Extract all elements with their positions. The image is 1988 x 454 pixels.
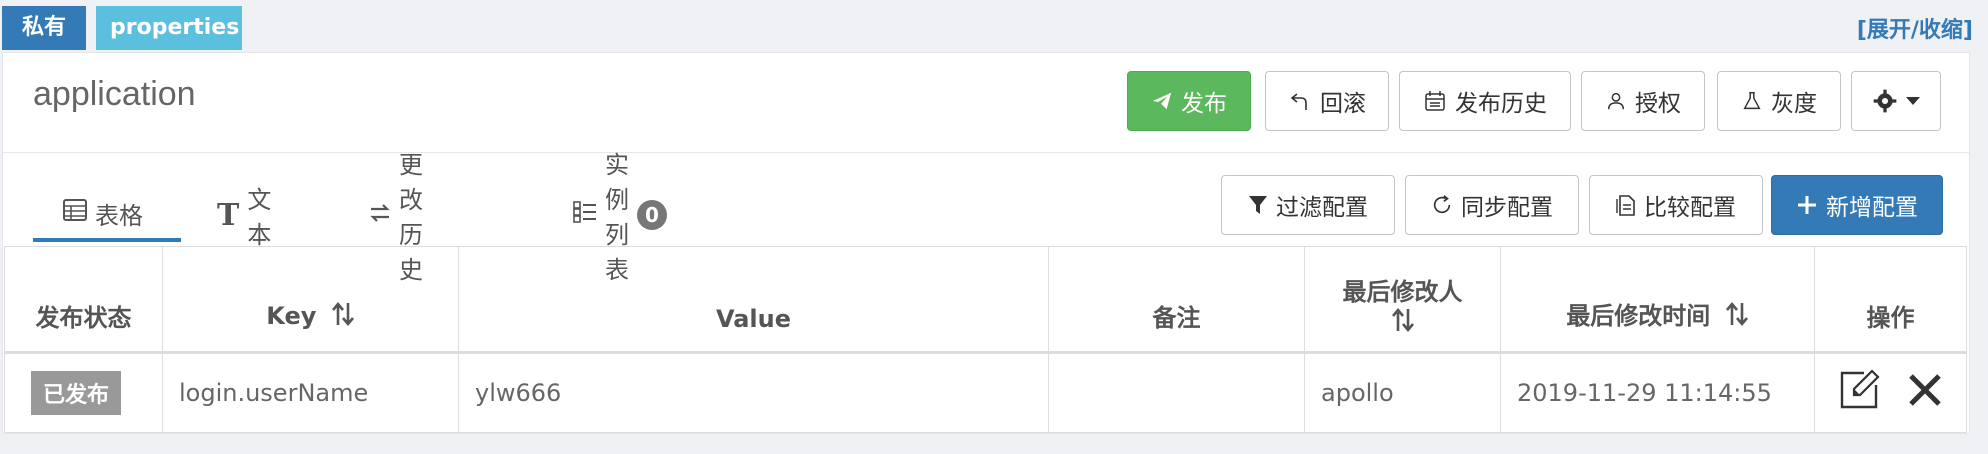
caret-down-icon (1906, 96, 1920, 106)
key-cell: login.userName (162, 352, 459, 433)
header-modified-time[interactable]: 最后修改时间 (1500, 246, 1815, 353)
publish-history-label: 发布历史 (1455, 91, 1547, 117)
publish-label: 发布 (1181, 91, 1227, 117)
sync-config-button[interactable]: 同步配置 (1405, 175, 1579, 235)
calendar-icon (1423, 89, 1447, 113)
sync-config-label: 同步配置 (1461, 195, 1553, 221)
filter-icon (1248, 194, 1268, 216)
format-tag: properties (96, 6, 242, 50)
filter-config-button[interactable]: 过滤配置 (1221, 175, 1395, 235)
status-badge: 已发布 (31, 371, 122, 415)
tab-change-history[interactable]: 更改历史 (369, 151, 423, 284)
instances-count-badge: 0 (637, 200, 667, 230)
publish-button[interactable]: 发布 (1127, 71, 1251, 131)
header-modified-time-label: 最后修改时间 (1566, 302, 1711, 330)
panel-header: application 发布 回滚 发布历史 授权 灰度 (3, 53, 1969, 153)
header-status: 发布状态 (4, 246, 163, 353)
scope-tag: 私有 (2, 6, 86, 50)
exchange-icon (369, 201, 391, 229)
authorize-label: 授权 (1635, 91, 1681, 117)
tab-text-label: 文本 (247, 186, 272, 249)
header-comment: 备注 (1048, 246, 1305, 353)
modifier-cell: apollo (1304, 352, 1501, 433)
comment-cell (1048, 352, 1305, 433)
namespace-title: application (33, 75, 196, 113)
value-cell: ylw666 (458, 352, 1049, 433)
tab-table-label: 表格 (95, 201, 143, 230)
delete-icon[interactable] (1907, 372, 1943, 414)
header-modifier-label: 最后修改人 (1342, 278, 1463, 306)
modified-time-cell: 2019-11-29 11:14:55 (1500, 352, 1815, 433)
authorize-button[interactable]: 授权 (1581, 71, 1705, 131)
filter-config-label: 过滤配置 (1276, 195, 1368, 221)
header-modifier[interactable]: 最后修改人 (1304, 246, 1501, 353)
rollback-label: 回滚 (1320, 91, 1366, 117)
text-icon: T (217, 197, 240, 233)
header-key-label: Key (266, 302, 317, 330)
document-icon (1616, 193, 1636, 217)
tab-table[interactable]: 表格 (33, 188, 181, 242)
tab-text[interactable]: T 文本 (217, 186, 271, 249)
sort-icon[interactable] (1725, 301, 1749, 333)
user-icon (1605, 90, 1627, 112)
compare-config-label: 比较配置 (1644, 195, 1736, 221)
header-key[interactable]: Key (162, 246, 459, 353)
list-icon (573, 201, 597, 229)
table-row: 已发布 login.userName ylw666 apollo 2019-11… (4, 352, 1967, 433)
expand-collapse-link[interactable]: [展开/收缩] (1857, 12, 1973, 44)
publish-history-button[interactable]: 发布历史 (1399, 71, 1571, 131)
table-icon (63, 199, 87, 227)
plus-icon (1796, 194, 1818, 216)
add-config-button[interactable]: 新增配置 (1771, 175, 1943, 235)
send-icon (1151, 90, 1173, 112)
rollback-button[interactable]: 回滚 (1265, 71, 1389, 131)
header-value: Value (458, 246, 1049, 353)
flask-icon (1741, 90, 1763, 112)
gear-icon (1872, 88, 1898, 114)
ops-cell (1814, 352, 1967, 433)
header-ops: 操作 (1814, 246, 1967, 353)
compare-config-button[interactable]: 比较配置 (1589, 175, 1763, 235)
undo-icon (1288, 89, 1312, 113)
gray-release-button[interactable]: 灰度 (1717, 71, 1841, 131)
sort-icon[interactable] (331, 301, 355, 333)
sort-icon[interactable] (1391, 307, 1415, 339)
refresh-icon (1431, 194, 1453, 216)
status-cell: 已发布 (4, 352, 163, 433)
add-config-label: 新增配置 (1826, 195, 1918, 221)
gray-release-label: 灰度 (1771, 91, 1817, 117)
table-header-row: 发布状态 Key Value 备注 最后修改人 最后修改时间 操作 (4, 246, 1967, 353)
tab-instances[interactable]: 实例列表 0 (573, 151, 667, 284)
settings-dropdown-button[interactable] (1851, 71, 1941, 131)
edit-icon[interactable] (1838, 369, 1880, 417)
config-table: 发布状态 Key Value 备注 最后修改人 最后修改时间 操作 已发布 lo… (4, 246, 1967, 433)
